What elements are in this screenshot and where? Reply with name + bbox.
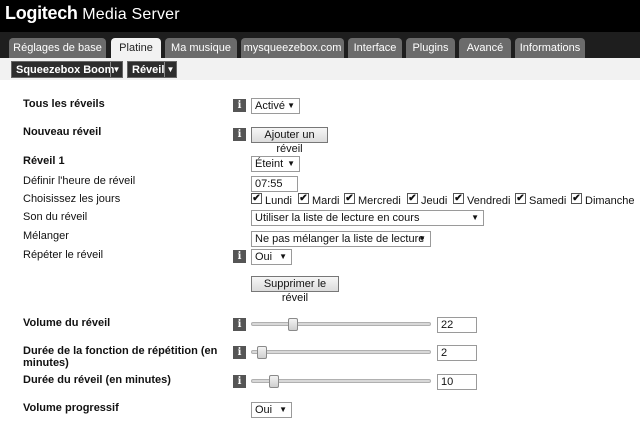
new-alarm-label: Nouveau réveil bbox=[23, 126, 102, 138]
day-checkbox-friday[interactable]: ✔ bbox=[453, 193, 464, 204]
app-title: Logitech Media Server bbox=[5, 3, 180, 24]
duration-slider-handle[interactable] bbox=[269, 375, 279, 388]
tab-advanced[interactable]: Avancé bbox=[459, 38, 511, 58]
chevron-down-icon: ▼ bbox=[471, 213, 479, 222]
day-label-friday: Vendredi bbox=[467, 195, 511, 207]
day-checkbox-thursday[interactable]: ✔ bbox=[407, 193, 418, 204]
info-icon[interactable]: i bbox=[233, 99, 246, 112]
chevron-down-icon: ▼ bbox=[287, 101, 295, 110]
duration-input[interactable]: 10 bbox=[437, 374, 477, 390]
chevron-down-icon: ▼ bbox=[164, 62, 176, 77]
day-checkbox-tuesday[interactable]: ✔ bbox=[298, 193, 309, 204]
tab-information[interactable]: Informations bbox=[515, 38, 585, 58]
snooze-slider-handle[interactable] bbox=[257, 346, 267, 359]
duration-label: Durée du réveil (en minutes) bbox=[23, 374, 171, 386]
day-label-sunday: Dimanche bbox=[585, 195, 635, 207]
chevron-down-icon: ▼ bbox=[287, 159, 295, 168]
day-checkbox-wednesday[interactable]: ✔ bbox=[344, 193, 355, 204]
tab-my-music[interactable]: Ma musique bbox=[165, 38, 237, 58]
tab-plugins[interactable]: Plugins bbox=[406, 38, 455, 58]
snooze-label: Durée de la fonction de répétition (en m… bbox=[23, 345, 218, 369]
repeat-label: Répéter le réveil bbox=[23, 249, 104, 261]
day-checkbox-sunday[interactable]: ✔ bbox=[571, 193, 582, 204]
day-checkbox-saturday[interactable]: ✔ bbox=[515, 193, 526, 204]
days-label: Choisissez les jours bbox=[23, 193, 121, 205]
day-label-wednesday: Mercredi bbox=[358, 195, 401, 207]
info-icon[interactable]: i bbox=[233, 375, 246, 388]
chevron-down-icon: ▼ bbox=[418, 234, 426, 243]
fade-select[interactable]: Oui ▼ bbox=[251, 402, 292, 418]
brand-logo: Logitech bbox=[5, 3, 78, 23]
info-icon[interactable]: i bbox=[233, 346, 246, 359]
info-icon[interactable]: i bbox=[233, 128, 246, 141]
alarm-time-label: Définir l'heure de réveil bbox=[23, 175, 136, 187]
day-label-thursday: Jeudi bbox=[421, 195, 448, 207]
fade-label: Volume progressif bbox=[23, 402, 119, 414]
tab-mysqueezebox[interactable]: mysqueezebox.com bbox=[241, 38, 344, 58]
delete-alarm-button[interactable]: Supprimer le réveil bbox=[251, 276, 339, 304]
chevron-down-icon: ▼ bbox=[110, 62, 122, 77]
snooze-slider-track[interactable] bbox=[251, 350, 431, 354]
chevron-down-icon: ▼ bbox=[279, 252, 287, 261]
product-name: Media Server bbox=[77, 6, 180, 23]
section-select[interactable]: Réveil ▼ bbox=[127, 61, 177, 78]
alarm-sound-label: Son du réveil bbox=[23, 211, 88, 223]
alarm1-state-value: Éteint bbox=[255, 158, 284, 170]
alarm-time-input[interactable]: 07:55 bbox=[251, 176, 298, 192]
all-alarms-value: Activé bbox=[255, 100, 285, 112]
snooze-input[interactable]: 2 bbox=[437, 345, 477, 361]
repeat-select[interactable]: Oui ▼ bbox=[251, 249, 292, 265]
day-label-saturday: Samedi bbox=[529, 195, 567, 207]
chevron-down-icon: ▼ bbox=[279, 405, 287, 414]
player-select-label: Squeezebox Boom bbox=[16, 64, 115, 76]
volume-slider-track[interactable] bbox=[251, 322, 431, 326]
day-label-tuesday: Mardi bbox=[312, 195, 340, 207]
alarm1-label: Réveil 1 bbox=[23, 155, 65, 167]
tab-interface[interactable]: Interface bbox=[348, 38, 402, 58]
tab-basic-settings[interactable]: Réglages de base bbox=[9, 38, 106, 58]
alarm-sound-select[interactable]: Utiliser la liste de lecture en cours ▼ bbox=[251, 210, 484, 226]
volume-slider-handle[interactable] bbox=[288, 318, 298, 331]
alarm1-state-select[interactable]: Éteint ▼ bbox=[251, 156, 300, 172]
shuffle-value: Ne pas mélanger la liste de lecture bbox=[255, 233, 425, 245]
repeat-value: Oui bbox=[255, 251, 273, 263]
section-select-label: Réveil bbox=[132, 64, 165, 76]
fade-value: Oui bbox=[255, 404, 273, 416]
shuffle-select[interactable]: Ne pas mélanger la liste de lecture ▼ bbox=[251, 231, 431, 247]
info-icon[interactable]: i bbox=[233, 318, 246, 331]
tab-player[interactable]: Platine bbox=[111, 38, 161, 58]
volume-input[interactable]: 22 bbox=[437, 317, 477, 333]
day-label-monday: Lundi bbox=[265, 195, 292, 207]
all-alarms-select[interactable]: Activé ▼ bbox=[251, 98, 300, 114]
alarm-sound-value: Utiliser la liste de lecture en cours bbox=[255, 212, 420, 224]
player-select[interactable]: Squeezebox Boom ▼ bbox=[11, 61, 123, 78]
day-checkbox-monday[interactable]: ✔ bbox=[251, 193, 262, 204]
volume-label: Volume du réveil bbox=[23, 317, 111, 329]
info-icon[interactable]: i bbox=[233, 250, 246, 263]
all-alarms-label: Tous les réveils bbox=[23, 98, 105, 110]
add-alarm-button[interactable]: Ajouter un réveil bbox=[251, 127, 328, 155]
shuffle-label: Mélanger bbox=[23, 230, 69, 242]
